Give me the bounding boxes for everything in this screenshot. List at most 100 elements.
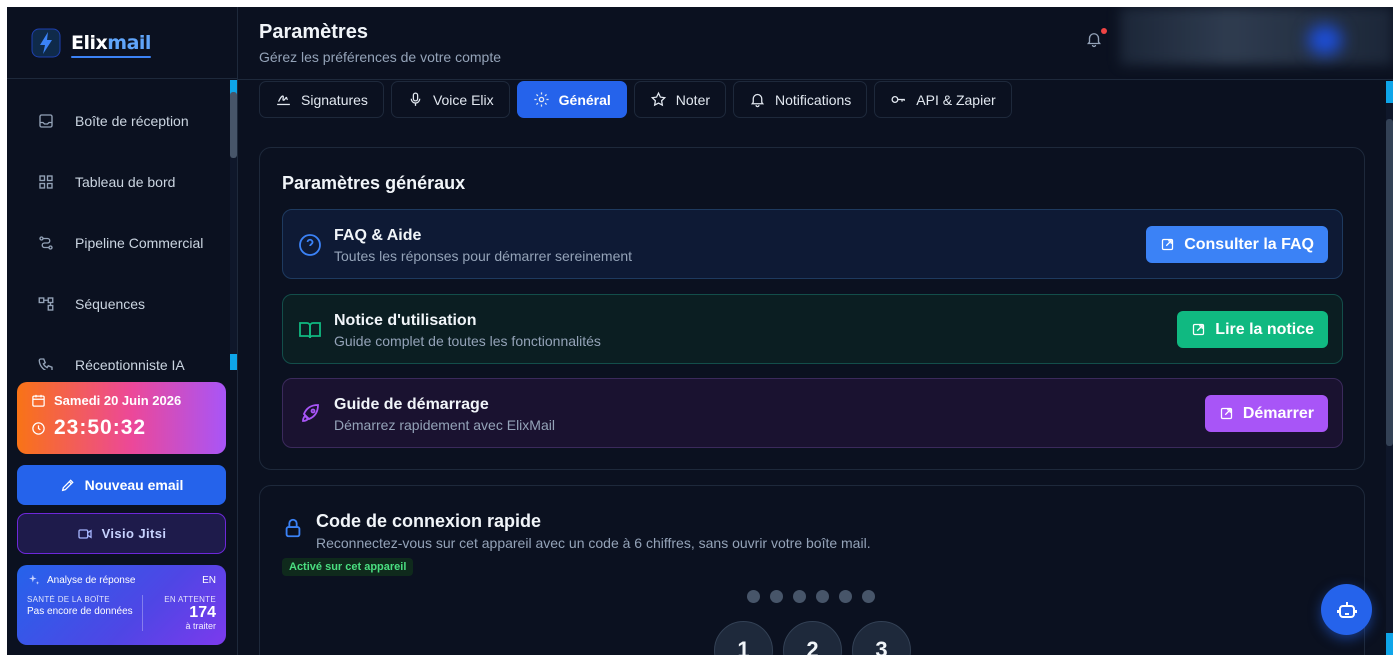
sidebar-item-label: Tableau de bord — [75, 174, 176, 190]
sidebar-item-label: Séquences — [75, 296, 146, 312]
general-settings-card: Paramètres généraux FAQ & Aide Toutes le… — [259, 147, 1365, 470]
tab-general[interactable]: Général — [516, 81, 627, 118]
external-link-icon — [1193, 323, 1205, 336]
code-dot — [793, 590, 806, 603]
keypad-key-3[interactable]: 3 — [852, 621, 911, 655]
help-circle-icon — [299, 234, 321, 256]
blurred-avatar[interactable] — [1308, 25, 1342, 55]
consult-faq-button[interactable]: Consulter la FAQ — [1146, 226, 1328, 263]
quick-login-code-card: Code de connexion rapide Reconnectez-vou… — [259, 485, 1365, 655]
code-dot — [816, 590, 829, 603]
code-dots — [747, 590, 875, 603]
sidebar-item-dashboard[interactable]: Tableau de bord — [37, 173, 175, 191]
main-scrollbar[interactable] — [1386, 81, 1393, 655]
start-guide-row: Guide de démarrage Démarrez rapidement a… — [282, 378, 1343, 448]
pending-count: 174 — [189, 604, 216, 621]
faq-title: FAQ & Aide — [334, 227, 422, 244]
inbox-icon — [39, 114, 53, 128]
scroll-down-arrow[interactable] — [230, 354, 237, 370]
tab-voice-elix[interactable]: Voice Elix — [390, 81, 510, 118]
code-dot — [862, 590, 875, 603]
scrollbar-thumb[interactable] — [1386, 119, 1393, 446]
start-guide-description: Démarrez rapidement avec ElixMail — [334, 417, 555, 433]
date-time-card: Samedi 20 Juin 2026 23:50:32 — [17, 382, 226, 454]
keypad-key-2[interactable]: 2 — [783, 621, 842, 655]
health-caption: SANTÉ DE LA BOÎTE — [27, 595, 110, 604]
sidebar-nav: Boîte de réception Tableau de bord Pipel… — [7, 80, 229, 370]
phone-icon — [38, 358, 53, 370]
sidebar-item-receptionist[interactable]: Réceptionniste IA — [37, 356, 185, 370]
visio-jitsi-button[interactable]: Visio Jitsi — [17, 513, 226, 554]
start-button[interactable]: Démarrer — [1204, 395, 1328, 432]
pipeline-icon — [39, 236, 53, 250]
bell-icon — [750, 93, 765, 108]
tab-noter[interactable]: Noter — [633, 81, 727, 118]
rocket-icon — [302, 404, 319, 422]
sidebar-item-label: Boîte de réception — [75, 113, 189, 129]
signature-icon — [277, 95, 290, 106]
logo-text: Elixmail — [71, 32, 151, 58]
sidebar-item-inbox[interactable]: Boîte de réception — [37, 112, 189, 130]
video-camera-icon — [77, 528, 92, 539]
page-header: Paramètres Gérez les préférences de votr… — [238, 7, 1393, 80]
blurred-user-area — [1120, 7, 1393, 65]
code-title: Code de connexion rapide — [316, 511, 542, 531]
new-email-button[interactable]: Nouveau email — [17, 465, 226, 505]
keypad: 1 2 3 — [714, 621, 911, 655]
scroll-up-arrow[interactable] — [1386, 81, 1393, 103]
tab-notifications[interactable]: Notifications — [733, 81, 868, 118]
microphone-icon — [410, 92, 421, 106]
pencil-icon — [61, 479, 74, 492]
robot-icon — [1336, 601, 1357, 618]
scrollbar-thumb[interactable] — [230, 92, 237, 158]
read-notice-button[interactable]: Lire la notice — [1177, 311, 1328, 348]
bell-icon — [1087, 33, 1101, 48]
notice-description: Guide complet de toutes les fonctionnali… — [334, 333, 601, 349]
sidebar: Elixmail Boîte de réception Tableau de b… — [7, 7, 238, 655]
notice-title: Notice d'utilisation — [334, 312, 477, 329]
pending-sub: à traiter — [185, 621, 216, 631]
sidebar-scrollbar[interactable] — [230, 80, 237, 370]
lock-icon — [285, 518, 301, 538]
external-link-icon — [1162, 238, 1174, 251]
sequences-icon — [38, 297, 54, 311]
tab-api-zapier[interactable]: API & Zapier — [874, 81, 1012, 118]
sidebar-item-label: Réceptionniste IA — [75, 357, 185, 370]
health-value: Pas encore de données — [27, 606, 133, 617]
scroll-down-arrow[interactable] — [1386, 633, 1393, 655]
lightning-logo-icon — [31, 28, 61, 57]
logo[interactable]: Elixmail — [7, 7, 237, 79]
analysis-title: Analyse de réponse — [47, 574, 136, 586]
code-subtitle: Reconnectez-vous sur cet appareil avec u… — [316, 535, 871, 551]
code-dot — [839, 590, 852, 603]
faq-description: Toutes les réponses pour démarrer serein… — [334, 248, 633, 264]
code-dot — [770, 590, 783, 603]
notifications-bell-button[interactable] — [1085, 28, 1107, 50]
key-icon — [891, 96, 906, 103]
settings-tabs: Signatures Voice Elix Général Noter Noti… — [259, 81, 1012, 119]
sparkles-icon — [29, 574, 40, 585]
calendar-icon — [32, 394, 45, 407]
current-date: Samedi 20 Juin 2026 — [54, 393, 182, 408]
page-subtitle: Gérez les préférences de votre compte — [259, 49, 502, 65]
notice-row: Notice d'utilisation Guide complet de to… — [282, 294, 1343, 364]
pending-caption: EN ATTENTE — [164, 595, 216, 604]
keypad-key-1[interactable]: 1 — [714, 621, 773, 655]
star-icon — [650, 91, 666, 107]
section-title: Paramètres généraux — [282, 173, 466, 193]
language-badge[interactable]: EN — [202, 575, 216, 586]
gear-icon — [534, 92, 549, 107]
start-guide-title: Guide de démarrage — [334, 396, 489, 413]
clock-icon — [32, 421, 45, 435]
sidebar-item-label: Pipeline Commercial — [75, 235, 204, 251]
response-analysis-widget[interactable]: Analyse de réponse EN SANTÉ DE LA BOÎTE … — [17, 565, 226, 645]
assistant-bot-button[interactable] — [1321, 584, 1372, 635]
dashboard-icon — [39, 175, 53, 189]
sidebar-item-sequences[interactable]: Séquences — [37, 295, 145, 313]
tab-signatures[interactable]: Signatures — [259, 81, 384, 118]
external-link-icon — [1220, 407, 1232, 420]
open-book-icon — [299, 322, 321, 339]
sidebar-item-pipeline[interactable]: Pipeline Commercial — [37, 234, 203, 252]
current-time: 23:50:32 — [54, 416, 147, 439]
app-window: Elixmail Boîte de réception Tableau de b… — [7, 7, 1393, 655]
